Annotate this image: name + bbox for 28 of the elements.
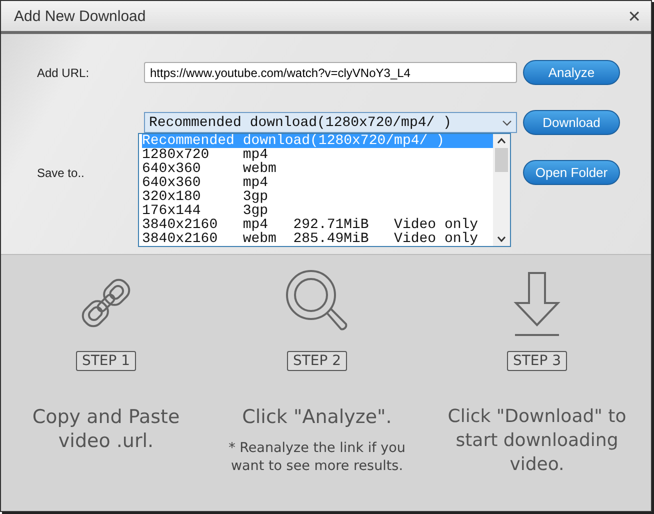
scroll-up-icon[interactable] [497,138,506,144]
step-note: * Reanalyze the link if you want to see more results. [228,439,406,475]
format-option[interactable]: 640x360 mp4 [142,176,493,190]
format-option[interactable]: 3840x2160 mp4 292.71MiB Video only [142,218,493,232]
step-label: STEP 3 [506,351,568,371]
scroll-down-icon[interactable] [497,236,506,242]
open-folder-button[interactable]: Open Folder [523,160,620,185]
save-to-label: Save to.. [37,166,86,180]
scrollbar[interactable] [493,134,510,246]
format-option[interactable]: 320x180 3gp [142,190,493,204]
url-field[interactable]: https://www.youtube.com/watch?v=clyVNoY3_L4 [144,62,517,83]
step-text: Click "Download" to start downloading video. [446,405,628,477]
analyze-button[interactable]: Analyze [523,60,620,85]
download-button[interactable]: Download [523,110,620,135]
format-dropdown[interactable]: Recommended download(1280x720/mp4/ ) [144,112,517,133]
format-option[interactable]: 3840x2160 webm 285.49MiB Video only [142,232,493,246]
scroll-thumb[interactable] [495,148,508,172]
step-label: STEP 2 [286,351,348,371]
format-option[interactable]: 176x144 3gp [142,204,493,218]
window-title: Add New Download [14,8,146,24]
format-option[interactable]: 640x360 webm [142,162,493,176]
step-text: Copy and Paste video .url. [31,405,181,453]
step-text: Click "Analyze". [242,405,392,429]
format-option[interactable]: 1280x720 mp4 [142,148,493,162]
url-label: Add URL: [37,66,90,80]
caret-icon [502,120,512,126]
close-button[interactable]: ✕ [628,6,641,26]
step-label: STEP 1 [76,351,136,371]
